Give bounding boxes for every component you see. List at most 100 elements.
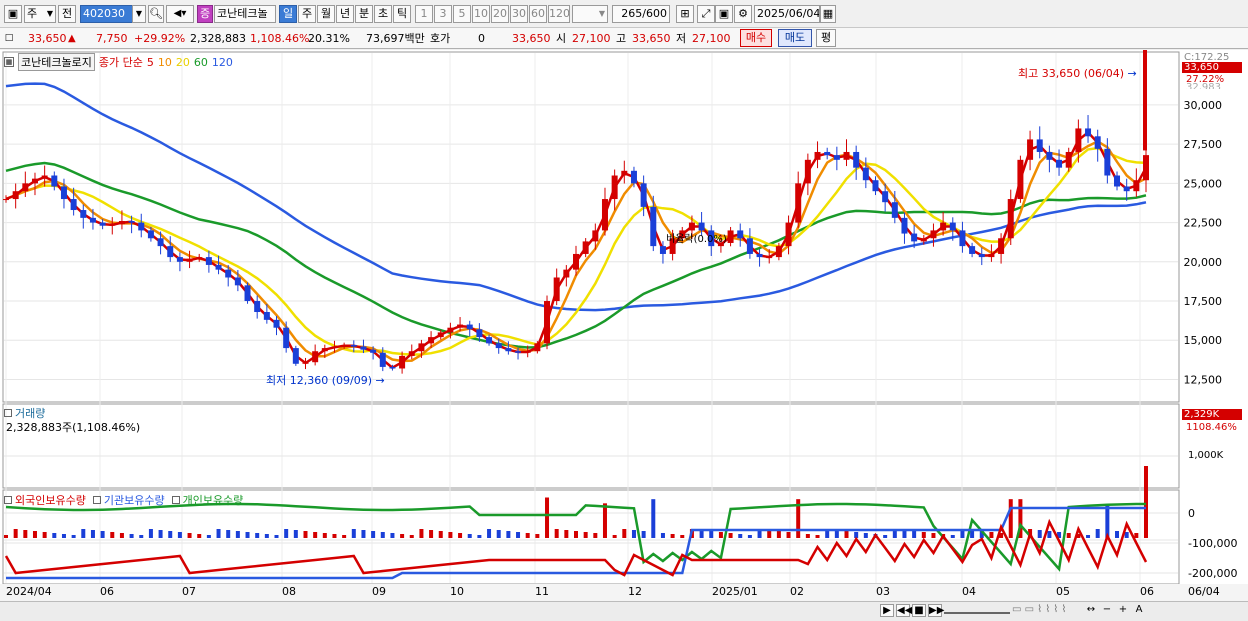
tab-second[interactable]: 초 [374, 5, 392, 23]
name-button[interactable]: 증 [197, 5, 213, 23]
interval-3[interactable]: 3 [434, 5, 452, 23]
draw-tool-icon[interactable]: ⤢ [697, 5, 715, 23]
volume-bar [409, 535, 414, 538]
candle-body [186, 258, 193, 262]
panel-menu-icon[interactable] [4, 496, 12, 504]
volume-bar [467, 534, 472, 538]
expand-icon[interactable]: □ [4, 30, 14, 44]
tab-week[interactable]: 주 [298, 5, 316, 23]
volume-bar [612, 535, 617, 538]
volume-bar [815, 535, 820, 538]
tab-month[interactable]: 월 [317, 5, 335, 23]
interval-10[interactable]: 10 [472, 5, 490, 23]
panel-title[interactable]: 코난테크놀로지 [18, 53, 95, 71]
search-icon[interactable]: 🔍︎ [148, 5, 164, 23]
candle-body [447, 327, 454, 333]
count-field[interactable]: 265/600 [612, 5, 670, 23]
volume-bar [863, 533, 868, 538]
volume-bar [545, 497, 550, 538]
forward-icon[interactable]: ▶▶ [928, 604, 944, 617]
x-tick-label: 07 [182, 585, 196, 598]
candle-body [940, 222, 947, 231]
high-annotation: 최고 33,650 (06/04) → [1018, 65, 1137, 81]
ma-label-5: 5 [146, 55, 154, 69]
candle-body [399, 355, 406, 369]
sell-button[interactable]: 매도 [778, 29, 812, 47]
interval-60[interactable]: 60 [529, 5, 547, 23]
indicator-label: 종가 단순 [98, 56, 143, 69]
window-menu-icon[interactable]: ▣ [4, 5, 22, 23]
volume-bar [747, 535, 752, 538]
tool-icons[interactable]: ▭ ▭ ⌇ ⌇ ⌇ ⌇ [1012, 604, 1082, 617]
code-dropdown-icon[interactable]: ▼ [132, 5, 146, 23]
interval-30[interactable]: 30 [510, 5, 528, 23]
speaker-icon[interactable]: ◀▾ [166, 5, 194, 23]
x-tick-label: 02 [790, 585, 804, 598]
panel-menu-icon[interactable] [92, 496, 101, 504]
x-tick-label: 11 [535, 585, 549, 598]
candle-body [1143, 155, 1149, 181]
period-combo[interactable]: ▼ [572, 5, 608, 23]
bottom-bar: ▶ ◀◀ ■ ▶▶ ▭ ▭ ⌇ ⌇ ⌇ ⌇ ↔ − + A [0, 601, 1248, 621]
date-field[interactable]: 2025/06/04 [754, 5, 820, 23]
interval-120[interactable]: 120 [548, 5, 570, 23]
x-tick-label: 05 [1056, 585, 1070, 598]
save-icon[interactable]: ▣ [715, 5, 733, 23]
volume-bar [1124, 532, 1129, 538]
volume-bar [554, 529, 559, 538]
gear-icon[interactable]: ⚙ [734, 5, 752, 23]
volume-value: 2,328,883 [190, 32, 246, 45]
volume-bar [361, 530, 366, 538]
candle-body [51, 175, 58, 187]
calendar-icon[interactable]: ▦ [820, 5, 836, 23]
crosshair-icon[interactable]: ⊞ [676, 5, 694, 23]
candle-body [573, 253, 579, 270]
zoom-out-icon[interactable]: − [1100, 604, 1114, 617]
tab-minute[interactable]: 분 [355, 5, 373, 23]
candle-body [263, 312, 270, 320]
stock-code-input[interactable]: 402030 [80, 5, 140, 23]
eval-button[interactable]: 평 [816, 29, 836, 47]
candle-body [737, 230, 744, 239]
rewind-icon[interactable]: ◀◀ [896, 604, 912, 617]
candle-body [437, 332, 444, 338]
scroll-slider[interactable] [944, 604, 1010, 614]
interval-20[interactable]: 20 [491, 5, 509, 23]
candle-body [988, 253, 995, 258]
candle-body [408, 351, 415, 356]
stop-icon[interactable]: ■ [912, 604, 926, 617]
candle-body [1075, 128, 1082, 152]
tab-day[interactable]: 일 [279, 5, 297, 23]
volume-bar [622, 529, 627, 538]
candle-body [930, 230, 937, 239]
volume-bar [110, 532, 115, 538]
panel-menu-icon[interactable]: ▦ [4, 57, 14, 67]
candle-body [630, 170, 637, 184]
panel-menu-icon[interactable] [4, 409, 12, 417]
buy-button[interactable]: 매수 [740, 29, 772, 47]
volume-bar [293, 530, 298, 538]
candle-body [534, 343, 541, 352]
tab-year[interactable]: 년 [336, 5, 354, 23]
chart-canvas[interactable]: 30,000 27,500 25,000 22,500 20,000 17,500 15,0… [0, 47, 1248, 602]
volume-bar [332, 534, 337, 538]
move-icon[interactable]: ↔ [1084, 604, 1098, 617]
prev-button[interactable]: 전 [58, 5, 76, 23]
institution-holding-label: 기관보유수량 [103, 494, 165, 507]
interval-5[interactable]: 5 [453, 5, 471, 23]
candle-body [283, 327, 290, 349]
open-price: 27,100 [572, 32, 611, 45]
interval-1[interactable]: 1 [415, 5, 433, 23]
market-select[interactable]: 주 ▼ [24, 5, 56, 23]
candle-body [824, 151, 831, 156]
quote-bar: □ 33,650 ▲ 7,750 +29.92% 2,328,883 1,108… [0, 28, 1248, 49]
period-tabs: 일 주 월 년 분 초 틱 [279, 5, 411, 23]
candle-body [457, 324, 464, 328]
candle-body [370, 349, 377, 353]
font-icon[interactable]: A [1132, 604, 1146, 617]
up-arrow-icon: ▲ [68, 33, 76, 44]
tab-tick[interactable]: 틱 [393, 5, 411, 23]
play-icon[interactable]: ▶ [880, 604, 894, 617]
zoom-in-icon[interactable]: + [1116, 604, 1130, 617]
panel-menu-icon[interactable] [171, 496, 180, 504]
